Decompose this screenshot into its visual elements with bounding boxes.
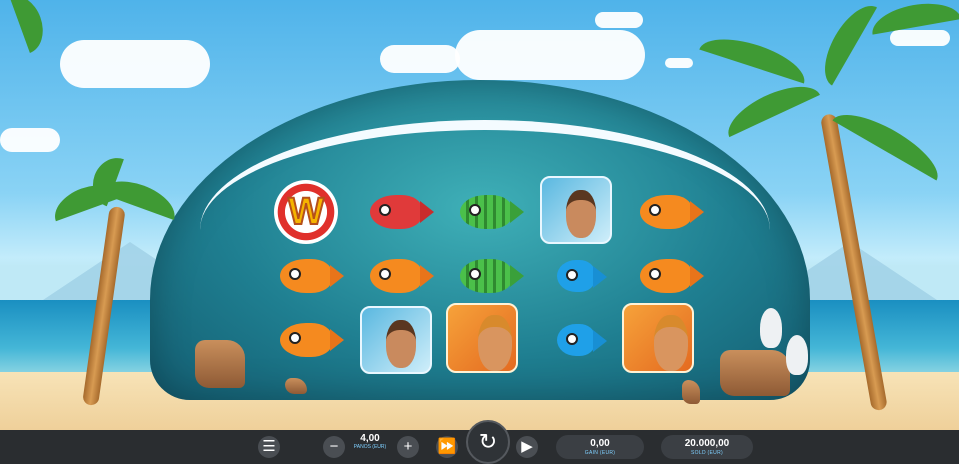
rock — [195, 340, 245, 388]
menu-button[interactable]: ☰ — [258, 436, 280, 458]
win-value: 0,00 — [590, 438, 610, 449]
lifebuoy-wild-icon: W — [274, 180, 338, 244]
orange-fish-symbol — [360, 246, 434, 306]
balance-value: 20.000,00 — [684, 438, 730, 449]
increase-stake-button[interactable]: + — [397, 436, 419, 458]
green-fish-symbol — [450, 246, 524, 306]
play-icon: ▶ — [521, 438, 533, 455]
balance-label: SOLD (EUR) — [691, 450, 723, 456]
surfer-man-symbol — [446, 303, 518, 373]
orange-fish-symbol — [630, 246, 704, 306]
fast-forward-icon: ⏩ — [437, 438, 457, 455]
cloud — [890, 30, 950, 46]
balance-display: 20.000,00 SOLD (EUR) — [661, 435, 753, 459]
autoplay-button[interactable]: ▶ — [516, 436, 538, 458]
hamburger-icon: ☰ — [262, 438, 276, 455]
rock — [720, 350, 790, 396]
stake-value: 4,00 — [360, 433, 380, 444]
cloud — [380, 45, 460, 73]
game-scene: W — [0, 0, 959, 430]
win-label: GAIN (EUR) — [584, 450, 616, 456]
seagull — [760, 308, 782, 348]
cloud — [665, 58, 693, 68]
orange-fish-symbol — [270, 310, 344, 370]
spin-button[interactable]: ↻ — [466, 420, 510, 464]
cloud — [595, 12, 643, 28]
surfer-man-symbol — [622, 303, 694, 373]
rock — [682, 380, 700, 404]
cloud — [60, 40, 210, 88]
minus-icon: − — [329, 438, 339, 455]
turbo-button[interactable]: ⏩ — [436, 436, 458, 458]
plus-icon: + — [403, 438, 413, 455]
surfer-girl-symbol — [540, 176, 612, 244]
green-fish-symbol — [450, 182, 524, 242]
seagull — [786, 335, 808, 375]
blue-fish-symbol — [540, 310, 612, 370]
wild-symbol: W — [270, 180, 342, 244]
cloud — [455, 30, 645, 80]
red-fish-symbol — [360, 182, 434, 242]
surfer-girl-symbol — [360, 306, 432, 374]
wild-letter: W — [287, 190, 325, 234]
orange-fish-symbol — [270, 246, 344, 306]
spin-icon: ↻ — [478, 429, 498, 454]
stake-display: 4,00 PANOS (EUR) — [352, 433, 388, 450]
decrease-stake-button[interactable]: − — [323, 436, 345, 458]
stake-label: PANOS (EUR) — [353, 444, 387, 450]
orange-fish-symbol — [630, 182, 704, 242]
blue-fish-symbol — [540, 246, 612, 306]
cloud — [0, 128, 60, 152]
win-display: 0,00 GAIN (EUR) — [556, 435, 644, 459]
